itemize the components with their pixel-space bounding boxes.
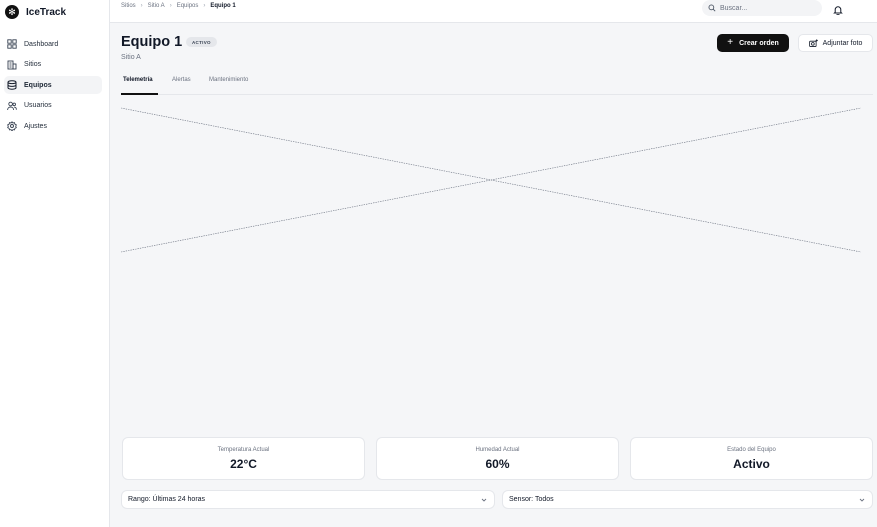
telemetry-chart-placeholder <box>120 107 873 257</box>
sidebar-item-label: Dashboard <box>24 40 59 48</box>
attach-photo-label: Adjuntar foto <box>822 39 863 47</box>
attach-photo-button[interactable]: Adjuntar foto <box>798 34 873 52</box>
sidebar-item-label: Ajustes <box>24 122 47 130</box>
database-icon <box>7 80 17 90</box>
create-order-button[interactable]: + Crear orden <box>717 34 789 52</box>
metric-card-temperature: Temperatura Actual 22°C <box>122 437 365 480</box>
dashboard-icon <box>7 39 17 49</box>
snowflake-logo-icon: ✻ <box>5 5 19 19</box>
brand-name: IceTrack <box>26 6 67 18</box>
sidebar-item-equipos[interactable]: Equipos <box>4 76 102 95</box>
sidebar-item-label: Equipos <box>24 81 52 89</box>
breadcrumb-link-equipos[interactable]: Equipos <box>177 3 199 9</box>
active-tab-indicator <box>121 93 158 95</box>
sidebar-item-ajustes[interactable]: Ajustes <box>4 117 102 135</box>
breadcrumb-link-sitios[interactable]: Sitios <box>121 3 136 9</box>
metric-cards: Temperatura Actual 22°C Humedad Actual 6… <box>122 437 874 480</box>
search-icon <box>708 0 716 17</box>
sensor-select[interactable]: Sensor: Todos <box>502 490 873 509</box>
tab-mantenimiento[interactable]: Mantenimiento <box>209 77 248 83</box>
range-select-value: Rango: Últimas 24 horas <box>128 496 206 503</box>
metric-value: Activo <box>733 457 770 471</box>
users-icon <box>7 101 17 111</box>
camera-plus-icon <box>808 38 818 47</box>
chevron-down-icon <box>481 497 487 503</box>
page-subtitle: Sitio A <box>121 54 141 61</box>
tab-telemetria[interactable]: Telemetría <box>123 77 153 83</box>
status-badge: ACTIVO <box>186 37 217 47</box>
tab-bar: Telemetría Alertas Mantenimiento <box>121 73 873 95</box>
building-icon <box>7 60 17 70</box>
breadcrumb: Sitios › Sitio A › Equipos › Equipo 1 <box>121 3 236 9</box>
brand[interactable]: ✻ IceTrack <box>5 1 109 23</box>
sidebar-item-sitios[interactable]: Sitios <box>4 56 102 74</box>
metric-card-status: Estado del Equipo Activo <box>630 437 873 480</box>
sidebar-item-dashboard[interactable]: Dashboard <box>4 35 102 53</box>
sidebar-item-usuarios[interactable]: Usuarios <box>4 97 102 115</box>
chevron-down-icon <box>859 497 865 503</box>
sidebar-item-label: Sitios <box>24 61 42 69</box>
search-box[interactable] <box>702 0 822 16</box>
main-content: Equipo 1 ACTIVO Sitio A + Crear orden Ad… <box>110 23 877 527</box>
metric-value: 60% <box>485 457 510 471</box>
search-input[interactable] <box>720 4 820 12</box>
page-title: Equipo 1 <box>121 34 183 50</box>
breadcrumb-link-sitio-a[interactable]: Sitio A <box>148 3 165 9</box>
sidebar-nav: Dashboard Sitios Equipos Usuarios Ajuste… <box>0 35 109 135</box>
metric-label: Humedad Actual <box>475 447 520 453</box>
plus-icon: + <box>727 37 734 48</box>
breadcrumb-current: Equipo 1 <box>210 3 236 9</box>
chevron-right-icon: › <box>169 3 172 9</box>
metric-label: Estado del Equipo <box>727 447 776 453</box>
tab-alertas[interactable]: Alertas <box>172 77 191 83</box>
create-order-label: Crear orden <box>739 39 779 47</box>
chevron-right-icon: › <box>203 3 206 9</box>
chevron-right-icon: › <box>140 3 143 9</box>
metric-card-humidity: Humedad Actual 60% <box>376 437 619 480</box>
sidebar-item-label: Usuarios <box>24 102 52 110</box>
bell-icon[interactable] <box>833 2 843 16</box>
metric-value: 22°C <box>230 457 257 471</box>
sidebar: ✻ IceTrack Dashboard Sitios Equipos Usua… <box>0 0 110 527</box>
metric-label: Temperatura Actual <box>217 447 270 453</box>
topbar: Sitios › Sitio A › Equipos › Equipo 1 <box>110 0 877 23</box>
gear-icon <box>7 121 17 132</box>
sensor-select-value: Sensor: Todos <box>509 496 554 503</box>
range-select[interactable]: Rango: Últimas 24 horas <box>121 490 495 509</box>
